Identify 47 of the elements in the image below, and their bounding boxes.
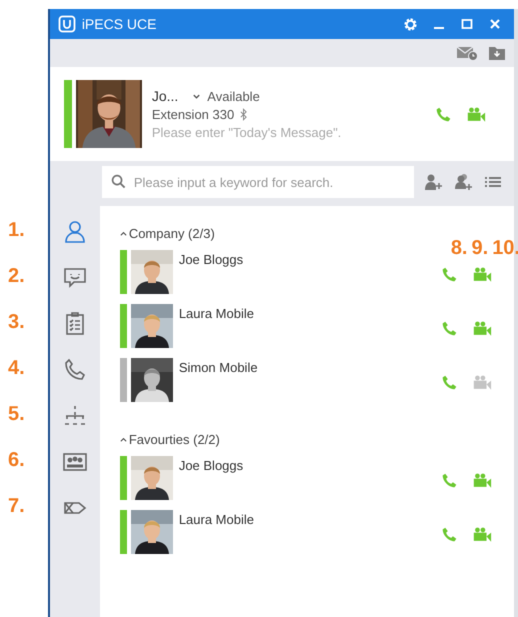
group-title[interactable]: Favourties (2/2) [128,432,220,446]
add-contact-icon[interactable] [424,173,444,191]
caret-icon[interactable] [120,436,127,442]
phone-icon[interactable] [441,374,458,391]
presence-status[interactable]: Available [207,88,260,104]
phone-icon[interactable] [441,526,458,543]
video-camera-icon[interactable] [472,320,492,337]
folder-download-icon[interactable] [488,45,506,61]
user-name: Jo... [152,88,178,104]
extension-number: Extension 330 [152,107,234,122]
chevron-down-icon[interactable] [192,92,202,100]
callout-number: 9. [472,236,488,261]
callout-number: 6. [7,448,26,473]
phone-icon[interactable] [441,266,458,283]
callout-number: 8. [450,236,468,261]
phone-icon[interactable] [441,472,458,489]
app-logo-icon [58,15,76,33]
mail-clock-icon[interactable] [456,45,478,61]
callout-number: 4. [7,356,26,381]
group-title[interactable]: Company (2/3) [128,226,215,240]
window-title: iPECS UCE [82,16,156,32]
bluetooth-icon [240,108,248,121]
callout-number: 2. [7,264,26,289]
callout-number: 7. [7,494,26,519]
video-camera-icon[interactable] [466,106,486,122]
contact-name[interactable]: Joe Bloggs [178,252,244,267]
close-icon[interactable] [488,17,502,31]
callout-number: 3. [7,310,26,335]
phone-icon[interactable] [441,320,458,337]
caret-icon[interactable] [120,230,127,236]
callout-number: 1. [7,218,26,243]
chat-nav-icon[interactable] [62,265,88,291]
todays-message-field[interactable]: Please enter "Today's Message". [152,125,392,140]
video-camera-icon[interactable] [472,472,492,489]
contact-name[interactable]: Joe Bloggs [178,458,244,473]
search-field[interactable]: Please input a keyword for search. [102,166,414,198]
contact-name[interactable]: Laura Mobile [178,306,254,321]
callout-number: 5. [7,402,26,427]
contact-name[interactable]: Laura Mobile [178,512,254,527]
phone-icon[interactable] [435,106,452,122]
video-camera-icon[interactable] [472,266,492,283]
list-icon[interactable] [484,174,502,190]
maximize-icon[interactable] [460,17,474,31]
contact-name[interactable]: Simon Mobile [178,360,258,375]
add-group-icon[interactable] [454,173,474,191]
video-camera-icon[interactable] [472,526,492,543]
settings-icon[interactable] [403,16,418,32]
